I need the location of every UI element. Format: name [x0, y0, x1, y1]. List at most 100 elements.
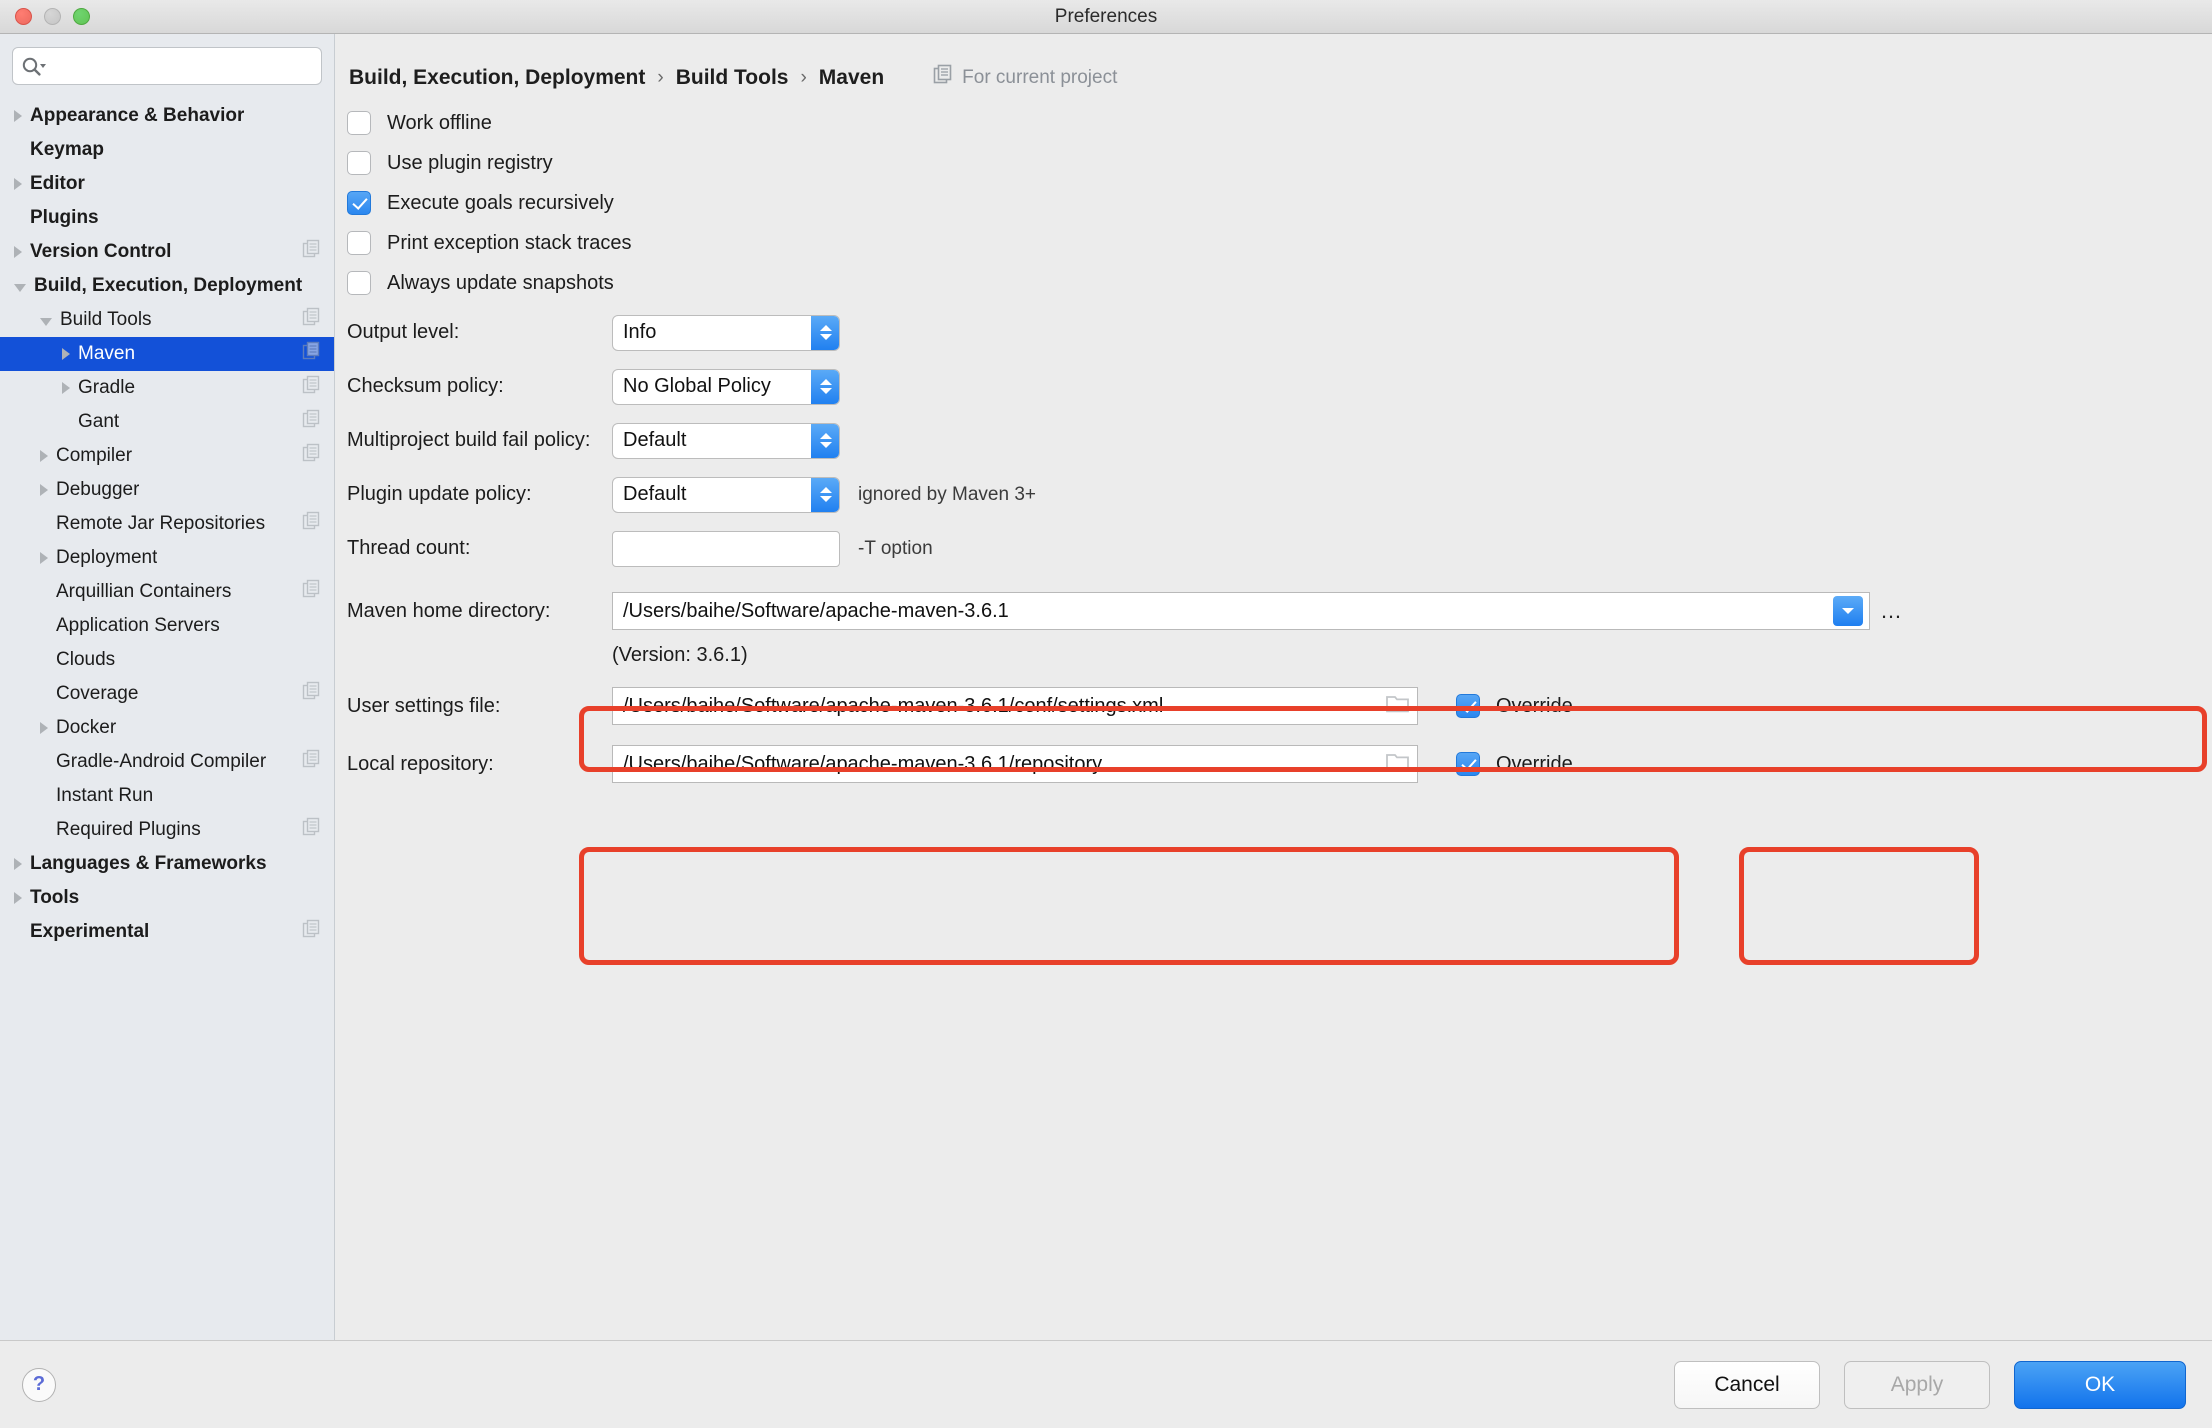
- sidebar-item-debugger[interactable]: Debugger: [0, 473, 334, 507]
- checksum-policy-row: Checksum policy: No Global Policy: [347, 364, 2212, 409]
- sidebar-item-keymap[interactable]: Keymap: [0, 133, 334, 167]
- local-repository-input[interactable]: /Users/baihe/Software/apache-maven-3.6.1…: [612, 745, 1418, 783]
- sidebar-item-build-execution-deployment[interactable]: Build, Execution, Deployment: [0, 269, 334, 303]
- folder-icon[interactable]: [1385, 692, 1411, 720]
- breadcrumb-item-2[interactable]: Maven: [819, 66, 884, 90]
- sidebar-item-application-servers[interactable]: Application Servers: [0, 609, 334, 643]
- sidebar-item-plugins[interactable]: Plugins: [0, 201, 334, 235]
- copy-settings-icon[interactable]: [302, 341, 322, 367]
- cancel-button[interactable]: Cancel: [1674, 1360, 1820, 1409]
- sidebar-item-gradle-android-compiler[interactable]: Gradle-Android Compiler: [0, 745, 334, 779]
- checksum-policy-label: Checksum policy:: [347, 375, 504, 397]
- sidebar-item-appearance-behavior[interactable]: Appearance & Behavior: [0, 99, 334, 133]
- local-repository-label: Local repository:: [347, 752, 494, 775]
- help-button[interactable]: ?: [22, 1367, 56, 1402]
- print-exception-stack-traces-checkbox[interactable]: [347, 231, 371, 255]
- chevron-right-icon[interactable]: [14, 110, 22, 122]
- maven-version-note: (Version: 3.6.1): [612, 643, 748, 666]
- maximize-window-button[interactable]: [73, 8, 90, 25]
- user-settings-file-label: User settings file:: [347, 694, 501, 717]
- chevron-updown-icon[interactable]: [811, 315, 839, 350]
- chevron-right-icon[interactable]: [40, 484, 48, 496]
- checksum-policy-select[interactable]: No Global Policy: [612, 368, 840, 405]
- sidebar-item-editor[interactable]: Editor: [0, 167, 334, 201]
- sidebar-item-docker[interactable]: Docker: [0, 711, 334, 745]
- sidebar-item-required-plugins[interactable]: Required Plugins: [0, 813, 334, 847]
- always-update-snapshots-checkbox[interactable]: [347, 271, 371, 295]
- sidebar-item-label: Plugins: [30, 207, 99, 228]
- sidebar-item-clouds[interactable]: Clouds: [0, 643, 334, 677]
- ok-button[interactable]: OK: [2014, 1360, 2186, 1409]
- sidebar-item-remote-jar-repositories[interactable]: Remote Jar Repositories: [0, 507, 334, 541]
- chevron-right-icon[interactable]: [62, 348, 70, 360]
- sidebar-item-version-control[interactable]: Version Control: [0, 235, 334, 269]
- sidebar-item-languages-frameworks[interactable]: Languages & Frameworks: [0, 847, 334, 881]
- copy-settings-icon[interactable]: [302, 307, 322, 333]
- sidebar-item-label: Gradle: [78, 377, 136, 398]
- sidebar-item-compiler[interactable]: Compiler: [0, 439, 334, 473]
- chevron-updown-icon[interactable]: [811, 369, 839, 404]
- browse-maven-home-button[interactable]: …: [1870, 598, 1912, 624]
- copy-settings-icon[interactable]: [302, 409, 322, 435]
- multiproject-build-fail-policy-select[interactable]: Default: [612, 422, 840, 459]
- chevron-right-icon[interactable]: [40, 722, 48, 734]
- copy-settings-icon[interactable]: [302, 375, 322, 401]
- copy-settings-icon[interactable]: [302, 919, 322, 945]
- minimize-window-button[interactable]: [44, 8, 61, 25]
- close-window-button[interactable]: [15, 8, 32, 25]
- chevron-right-icon[interactable]: [40, 450, 48, 462]
- sidebar-item-label: Remote Jar Repositories: [56, 513, 266, 534]
- thread-count-hint: -T option: [858, 537, 933, 559]
- chevron-right-icon[interactable]: [14, 858, 22, 870]
- work-offline-checkbox[interactable]: [347, 111, 371, 135]
- chevron-right-icon[interactable]: [14, 246, 22, 258]
- execute-goals-recursively-checkbox[interactable]: [347, 191, 371, 215]
- thread-count-input[interactable]: [612, 530, 840, 567]
- use-plugin-registry-checkbox[interactable]: [347, 151, 371, 175]
- sidebar-item-gradle[interactable]: Gradle: [0, 371, 334, 405]
- breadcrumb-item-1[interactable]: Build Tools: [676, 66, 789, 90]
- sidebar-item-label: Gradle-Android Compiler: [56, 751, 267, 772]
- sidebar-item-maven[interactable]: Maven: [0, 337, 334, 371]
- sidebar-item-gant[interactable]: Gant: [0, 405, 334, 439]
- chevron-down-icon[interactable]: [40, 317, 52, 326]
- sidebar-item-deployment[interactable]: Deployment: [0, 541, 334, 575]
- sidebar-item-arquillian-containers[interactable]: Arquillian Containers: [0, 575, 334, 609]
- copy-settings-icon[interactable]: [302, 749, 322, 775]
- settings-tree[interactable]: Appearance & Behavior Keymap Editor Plugins…: [0, 93, 334, 1340]
- copy-settings-icon[interactable]: [302, 511, 322, 537]
- sidebar-item-coverage[interactable]: Coverage: [0, 677, 334, 711]
- chevron-right-icon[interactable]: [40, 552, 48, 564]
- chevron-right-icon[interactable]: [62, 382, 70, 394]
- breadcrumb-item-0[interactable]: Build, Execution, Deployment: [349, 66, 645, 90]
- settings-detail-pane: Build, Execution, Deployment › Build Too…: [335, 34, 2212, 1340]
- sidebar-item-label: Compiler: [56, 445, 133, 466]
- search-input[interactable]: [12, 47, 322, 85]
- plugin-update-policy-select[interactable]: Default: [612, 476, 840, 513]
- sidebar-item-instant-run[interactable]: Instant Run: [0, 779, 334, 813]
- chevron-updown-icon[interactable]: [811, 477, 839, 512]
- chevron-updown-icon[interactable]: [811, 423, 839, 458]
- apply-button[interactable]: Apply: [1844, 1360, 1990, 1409]
- sidebar-item-build-tools[interactable]: Build Tools: [0, 303, 334, 337]
- copy-settings-icon[interactable]: [302, 443, 322, 469]
- chevron-down-icon[interactable]: [14, 283, 26, 292]
- folder-icon[interactable]: [1385, 750, 1411, 778]
- maven-home-directory-combo[interactable]: /Users/baihe/Software/apache-maven-3.6.1: [612, 592, 1870, 630]
- copy-settings-icon[interactable]: [302, 579, 322, 605]
- local-repository-override-checkbox[interactable]: [1456, 752, 1480, 776]
- user-settings-file-input[interactable]: /Users/baihe/Software/apache-maven-3.6.1…: [612, 687, 1418, 725]
- copy-settings-icon[interactable]: [302, 239, 322, 265]
- copy-settings-icon[interactable]: [302, 817, 322, 843]
- user-settings-file-row: User settings file: /Users/baihe/Softwar…: [347, 681, 2212, 731]
- sidebar-item-tools[interactable]: Tools: [0, 881, 334, 915]
- user-settings-override-checkbox[interactable]: [1456, 694, 1480, 718]
- chevron-down-icon[interactable]: [1833, 596, 1863, 626]
- sidebar-item-label: Docker: [56, 717, 117, 738]
- copy-settings-icon[interactable]: [302, 681, 322, 707]
- chevron-right-icon[interactable]: [14, 178, 22, 190]
- chevron-right-icon[interactable]: [14, 892, 22, 904]
- output-level-select[interactable]: Info: [612, 314, 840, 351]
- maven-settings-content: Work offline Use plugin registry Execute g…: [335, 96, 2212, 789]
- sidebar-item-experimental[interactable]: Experimental: [0, 915, 334, 949]
